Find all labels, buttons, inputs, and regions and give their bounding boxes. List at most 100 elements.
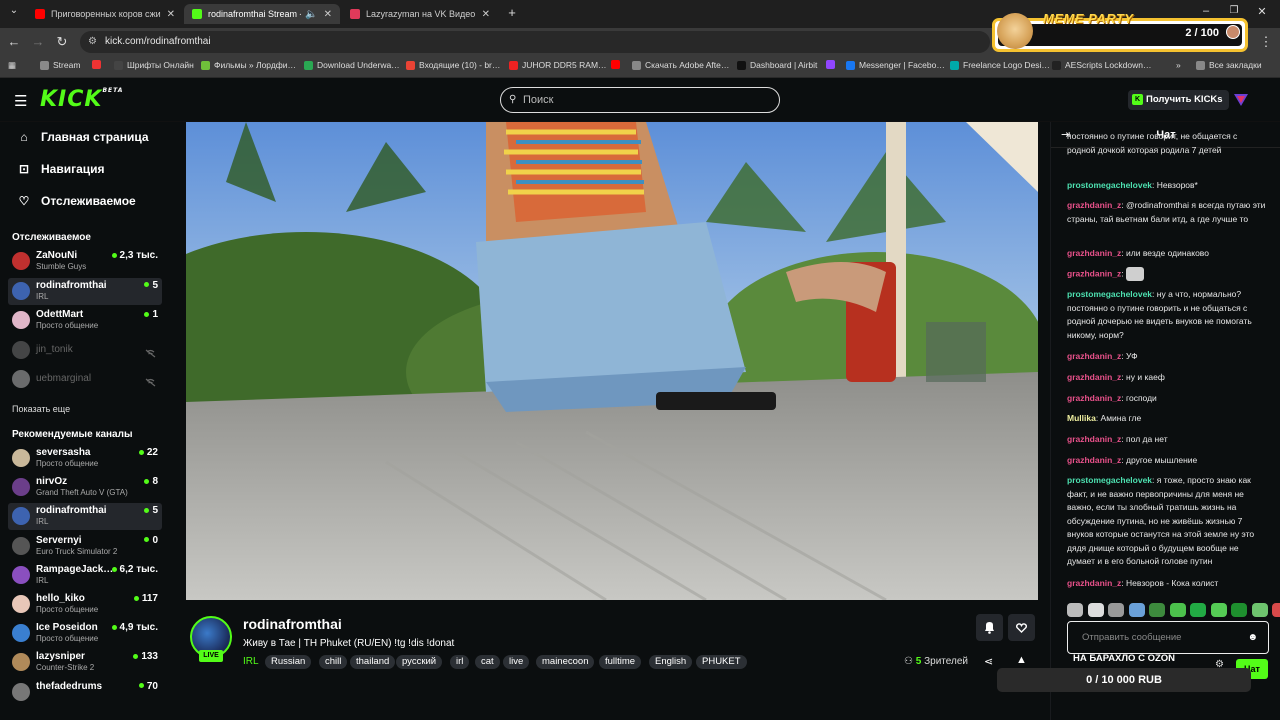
stream-tag[interactable]: chill: [319, 655, 348, 669]
bookmark-icon-only[interactable]: [92, 60, 105, 69]
chat-input[interactable]: Отправить сообщение ☻: [1067, 621, 1269, 654]
recommended-channel[interactable]: rodinafromthai IRL 5: [8, 503, 162, 531]
chat-username[interactable]: grazhdanin_z: [1067, 393, 1121, 403]
browser-menu-icon[interactable]: ⋮: [1258, 34, 1274, 50]
chat-username[interactable]: Mullika: [1067, 413, 1096, 423]
stream-category[interactable]: IRL: [243, 656, 259, 667]
followed-channel[interactable]: jin_tonik: [8, 337, 162, 364]
stream-tag[interactable]: cat: [475, 655, 500, 669]
emote-icon[interactable]: [1272, 603, 1280, 617]
minimize-icon[interactable]: –: [1198, 5, 1214, 17]
emote-icon[interactable]: [1149, 603, 1165, 617]
browser-tab-2[interactable]: rodinafromthai Stream - Wa… 🔈 ✕: [184, 4, 340, 24]
site-info-icon[interactable]: ⚙: [88, 31, 97, 53]
user-rank-icon[interactable]: [1234, 94, 1248, 106]
emote-icon[interactable]: [1169, 603, 1186, 617]
tab-search-chevron-icon[interactable]: ⌄: [6, 5, 22, 16]
chat-username[interactable]: grazhdanin_z: [1067, 455, 1121, 465]
bookmark-youtube[interactable]: [611, 60, 624, 69]
nav-browse[interactable]: ⊡ Навигация: [16, 162, 105, 176]
chat-username[interactable]: prostomegachelovek: [1067, 289, 1152, 299]
emote-icon[interactable]: [1108, 603, 1124, 617]
stream-tag[interactable]: PHUKET: [696, 655, 747, 669]
show-more-link[interactable]: Показать еще: [12, 404, 70, 414]
emote-icon[interactable]: [1067, 603, 1083, 617]
stream-tag[interactable]: русский: [396, 655, 443, 669]
forward-icon[interactable]: →: [30, 34, 46, 49]
stream-tag[interactable]: thailand: [350, 655, 396, 669]
chat-username[interactable]: grazhdanin_z: [1067, 434, 1121, 444]
recommended-channel[interactable]: RampageJack… IRL 6,2 тыс.: [8, 562, 162, 589]
followed-channel[interactable]: rodinafromthai IRL 5: [8, 277, 162, 305]
stream-tag[interactable]: fulltime: [599, 655, 642, 669]
stream-tag[interactable]: English: [649, 655, 693, 669]
video-player[interactable]: [186, 122, 1038, 600]
more-bookmarks-icon[interactable]: »: [1176, 60, 1181, 70]
chat-username[interactable]: grazhdanin_z: [1067, 578, 1121, 588]
emote-icon[interactable]: [1251, 603, 1268, 617]
search-input[interactable]: ⚲ Поиск: [500, 87, 780, 113]
followed-channel[interactable]: uebmarginal: [8, 366, 162, 393]
bookmark-fonts[interactable]: Шрифты Онлайн: [114, 60, 194, 70]
close-window-icon[interactable]: ✕: [1254, 5, 1270, 18]
streamer-name[interactable]: rodinafromthai: [243, 616, 342, 632]
browser-tab-1[interactable]: Приговоренных коров сжигаю… ✕: [27, 4, 183, 24]
chat-username[interactable]: grazhdanin_z: [1067, 268, 1121, 278]
recommended-channel[interactable]: Servernyi Euro Truck Simulator 2 0: [8, 533, 162, 560]
bookmark-download[interactable]: Download Underwa…: [304, 60, 400, 70]
chat-username[interactable]: grazhdanin_z: [1067, 200, 1121, 210]
bookmark-airbit[interactable]: Dashboard | Airbit: [737, 60, 817, 70]
emote-icon[interactable]: [1231, 603, 1247, 617]
kick-logo[interactable]: KICKBETA: [40, 87, 123, 112]
recommended-channel[interactable]: nirvOz Grand Theft Auto V (GTA) 8: [8, 474, 162, 501]
bookmark-freelance[interactable]: Freelance Logo Desi…: [950, 60, 1050, 70]
bookmark-adobe[interactable]: Скачать Adobe Afte…: [632, 60, 729, 70]
bookmark-films[interactable]: Фильмы » Лордфи…: [201, 60, 296, 70]
report-warning-icon[interactable]: ▲: [1016, 654, 1027, 666]
close-tab-icon[interactable]: ✕: [482, 9, 490, 20]
browser-tab-3[interactable]: Lazyrazyman на VK Видео Live… ✕: [342, 4, 498, 24]
reload-icon[interactable]: ↻: [54, 34, 70, 50]
recommended-channel[interactable]: lazysniper Counter-Strike 2 133: [8, 649, 162, 676]
followed-channel[interactable]: ZaNouNi Stumble Guys 2,3 тыс.: [8, 248, 162, 275]
apps-grid-icon[interactable]: ▦: [8, 60, 16, 71]
notification-bell-button[interactable]: [976, 614, 1003, 641]
hamburger-menu-icon[interactable]: ☰: [14, 92, 27, 110]
close-tab-icon[interactable]: ✕: [324, 9, 332, 20]
get-kicks-button[interactable]: K Получить KICKs: [1128, 90, 1229, 110]
emoji-picker-icon[interactable]: ☻: [1247, 622, 1258, 653]
new-tab-button[interactable]: +: [504, 5, 520, 20]
recommended-channel[interactable]: thefadedrums 70: [8, 679, 162, 706]
stream-tag[interactable]: Russian: [265, 655, 312, 669]
recommended-channel[interactable]: Ice Poseidon Просто общение 4,9 тыс.: [8, 620, 162, 647]
recommended-channel[interactable]: hello_kiko Просто общение 117: [8, 591, 162, 618]
chat-username[interactable]: prostomegachelovek: [1067, 475, 1152, 485]
emote-icon[interactable]: [1210, 603, 1227, 617]
bookmark-all[interactable]: Все закладки: [1196, 60, 1262, 70]
bookmark-stream[interactable]: Stream: [40, 60, 80, 70]
speaker-icon[interactable]: 🔈: [305, 9, 317, 20]
url-field[interactable]: ⚙ kick.com/rodinafromthai: [80, 31, 990, 53]
stream-tag[interactable]: mainecoon: [536, 655, 595, 669]
chat-username[interactable]: grazhdanin_z: [1067, 351, 1121, 361]
follow-button[interactable]: [1008, 614, 1035, 641]
maximize-icon[interactable]: ❐: [1226, 5, 1242, 16]
bookmark-twitch[interactable]: [826, 60, 839, 69]
emote-icon[interactable]: [1087, 603, 1104, 617]
nav-following[interactable]: ♡ Отслеживаемое: [16, 194, 136, 208]
back-icon[interactable]: ←: [6, 34, 22, 49]
chat-username[interactable]: grazhdanin_z: [1067, 372, 1121, 382]
share-icon[interactable]: ⋖: [984, 655, 993, 668]
close-tab-icon[interactable]: ✕: [167, 9, 175, 20]
followed-channel[interactable]: OdettMart Просто общение 1: [8, 307, 162, 334]
emote-icon[interactable]: [1190, 603, 1206, 617]
bookmark-aescripts[interactable]: AEScripts Lockdown…: [1052, 60, 1151, 70]
chat-username[interactable]: prostomegachelovek: [1067, 180, 1152, 190]
nav-home[interactable]: ⌂ Главная страница: [16, 130, 148, 144]
bookmark-gmail[interactable]: Входящие (10) - br…: [406, 60, 500, 70]
stream-tag[interactable]: irl: [450, 655, 470, 669]
recommended-channel[interactable]: seversasha Просто общение 22: [8, 445, 162, 472]
stream-tag[interactable]: live: [503, 655, 530, 669]
bookmark-ram[interactable]: JUHOR DDR5 RAM…: [509, 60, 607, 70]
bookmark-messenger[interactable]: Messenger | Facebo…: [846, 60, 945, 70]
